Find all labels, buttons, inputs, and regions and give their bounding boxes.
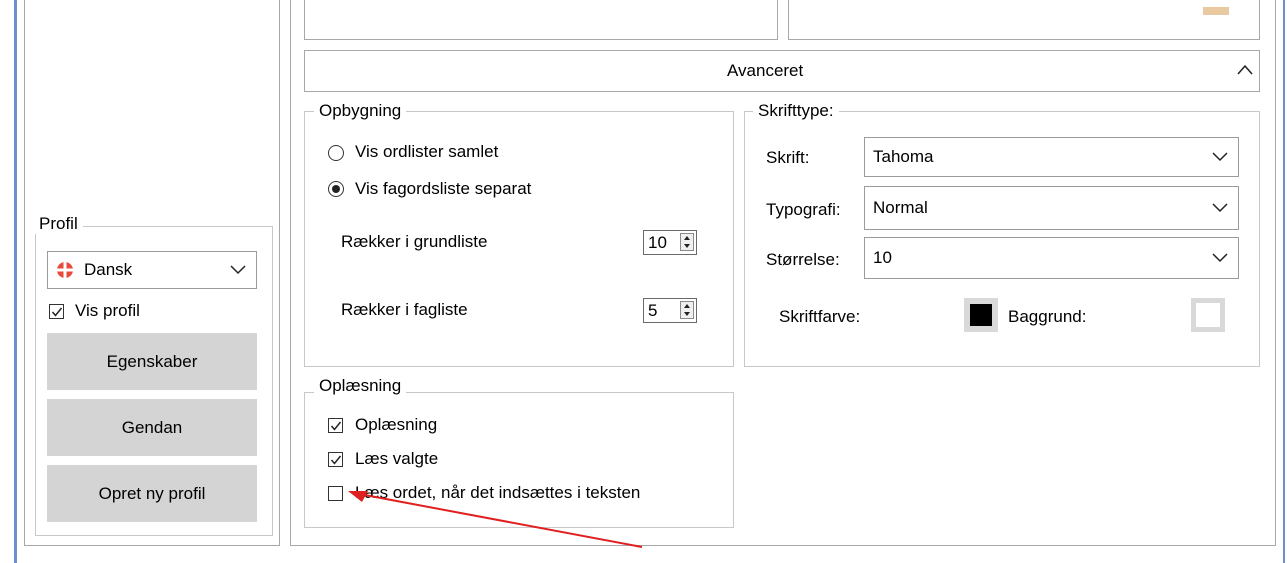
spinner-arrows[interactable] (680, 301, 694, 319)
show-profile-label: Vis profil (75, 301, 140, 320)
background-color-swatch[interactable] (1191, 298, 1225, 332)
size-select[interactable]: 10 (864, 237, 1239, 279)
chevron-down-icon (230, 265, 246, 275)
size-value: 10 (873, 248, 892, 267)
typography-label: Typografi: (766, 200, 841, 219)
radio-separate-subject-list-label: Vis fagordsliste separat (355, 179, 532, 198)
profile-legend: Profil (34, 214, 83, 234)
spinner-up-down-icon (684, 236, 690, 248)
checkmark-icon (51, 307, 63, 317)
top-partial-box-right (788, 0, 1260, 40)
advanced-header-label: Avanceret (727, 61, 804, 80)
font-select[interactable]: Tahoma (864, 137, 1239, 177)
chevron-down-icon (1212, 253, 1228, 263)
restore-button[interactable]: Gendan (47, 399, 257, 456)
reading-legend: Oplæsning (314, 376, 407, 396)
danish-flag-icon (57, 262, 73, 278)
checkmark-icon (330, 421, 342, 431)
language-select[interactable]: Dansk (47, 251, 257, 289)
background-label: Baggrund: (1008, 307, 1087, 326)
show-profile-checkbox[interactable] (49, 304, 64, 319)
rows-subject-spinner[interactable]: 5 (643, 298, 697, 323)
radio-separate-subject-list[interactable] (328, 181, 344, 197)
structure-legend: Opbygning (314, 101, 407, 121)
typography-select[interactable]: Normal (864, 186, 1239, 230)
checkmark-icon (330, 455, 342, 465)
read-selected-checkbox-label: Læs valgte (355, 449, 439, 468)
partial-icon (1203, 7, 1229, 15)
spinner-up-down-icon (684, 304, 690, 316)
reading-checkbox-label: Oplæsning (355, 415, 438, 434)
language-value: Dansk (84, 260, 133, 279)
radio-combined-lists[interactable] (328, 145, 344, 161)
window-right-edge (1283, 0, 1285, 563)
chevron-down-icon (1212, 203, 1228, 213)
read-selected-checkbox[interactable] (328, 452, 343, 467)
reading-checkbox[interactable] (328, 418, 343, 433)
font-label: Skrift: (766, 148, 810, 167)
rows-subject-label: Rækker i fagliste (341, 300, 468, 319)
font-value: Tahoma (873, 147, 934, 166)
annotation-arrow (348, 491, 643, 548)
advanced-header[interactable]: Avanceret (304, 50, 1260, 92)
font-legend: Skrifttype: (753, 101, 839, 121)
chevron-up-icon[interactable] (1237, 64, 1253, 76)
new-profile-button[interactable]: Opret ny profil (47, 465, 257, 522)
window-left-edge (14, 0, 17, 563)
properties-button[interactable]: Egenskaber (47, 333, 257, 390)
chevron-down-icon (1212, 152, 1228, 162)
top-partial-box-left (304, 0, 778, 40)
radio-combined-lists-label: Vis ordlister samlet (355, 142, 499, 161)
size-label: Størrelse: (766, 250, 840, 269)
typography-value: Normal (873, 198, 928, 217)
spinner-arrows[interactable] (680, 233, 694, 251)
font-color-fill (970, 304, 992, 326)
rows-basic-value: 10 (648, 233, 667, 252)
rows-subject-value: 5 (648, 301, 658, 320)
rows-basic-spinner[interactable]: 10 (643, 230, 697, 255)
rows-basic-label: Rækker i grundliste (341, 232, 488, 251)
font-color-label: Skriftfarve: (779, 307, 861, 326)
background-color-fill (1196, 303, 1220, 327)
font-color-swatch[interactable] (964, 298, 998, 332)
